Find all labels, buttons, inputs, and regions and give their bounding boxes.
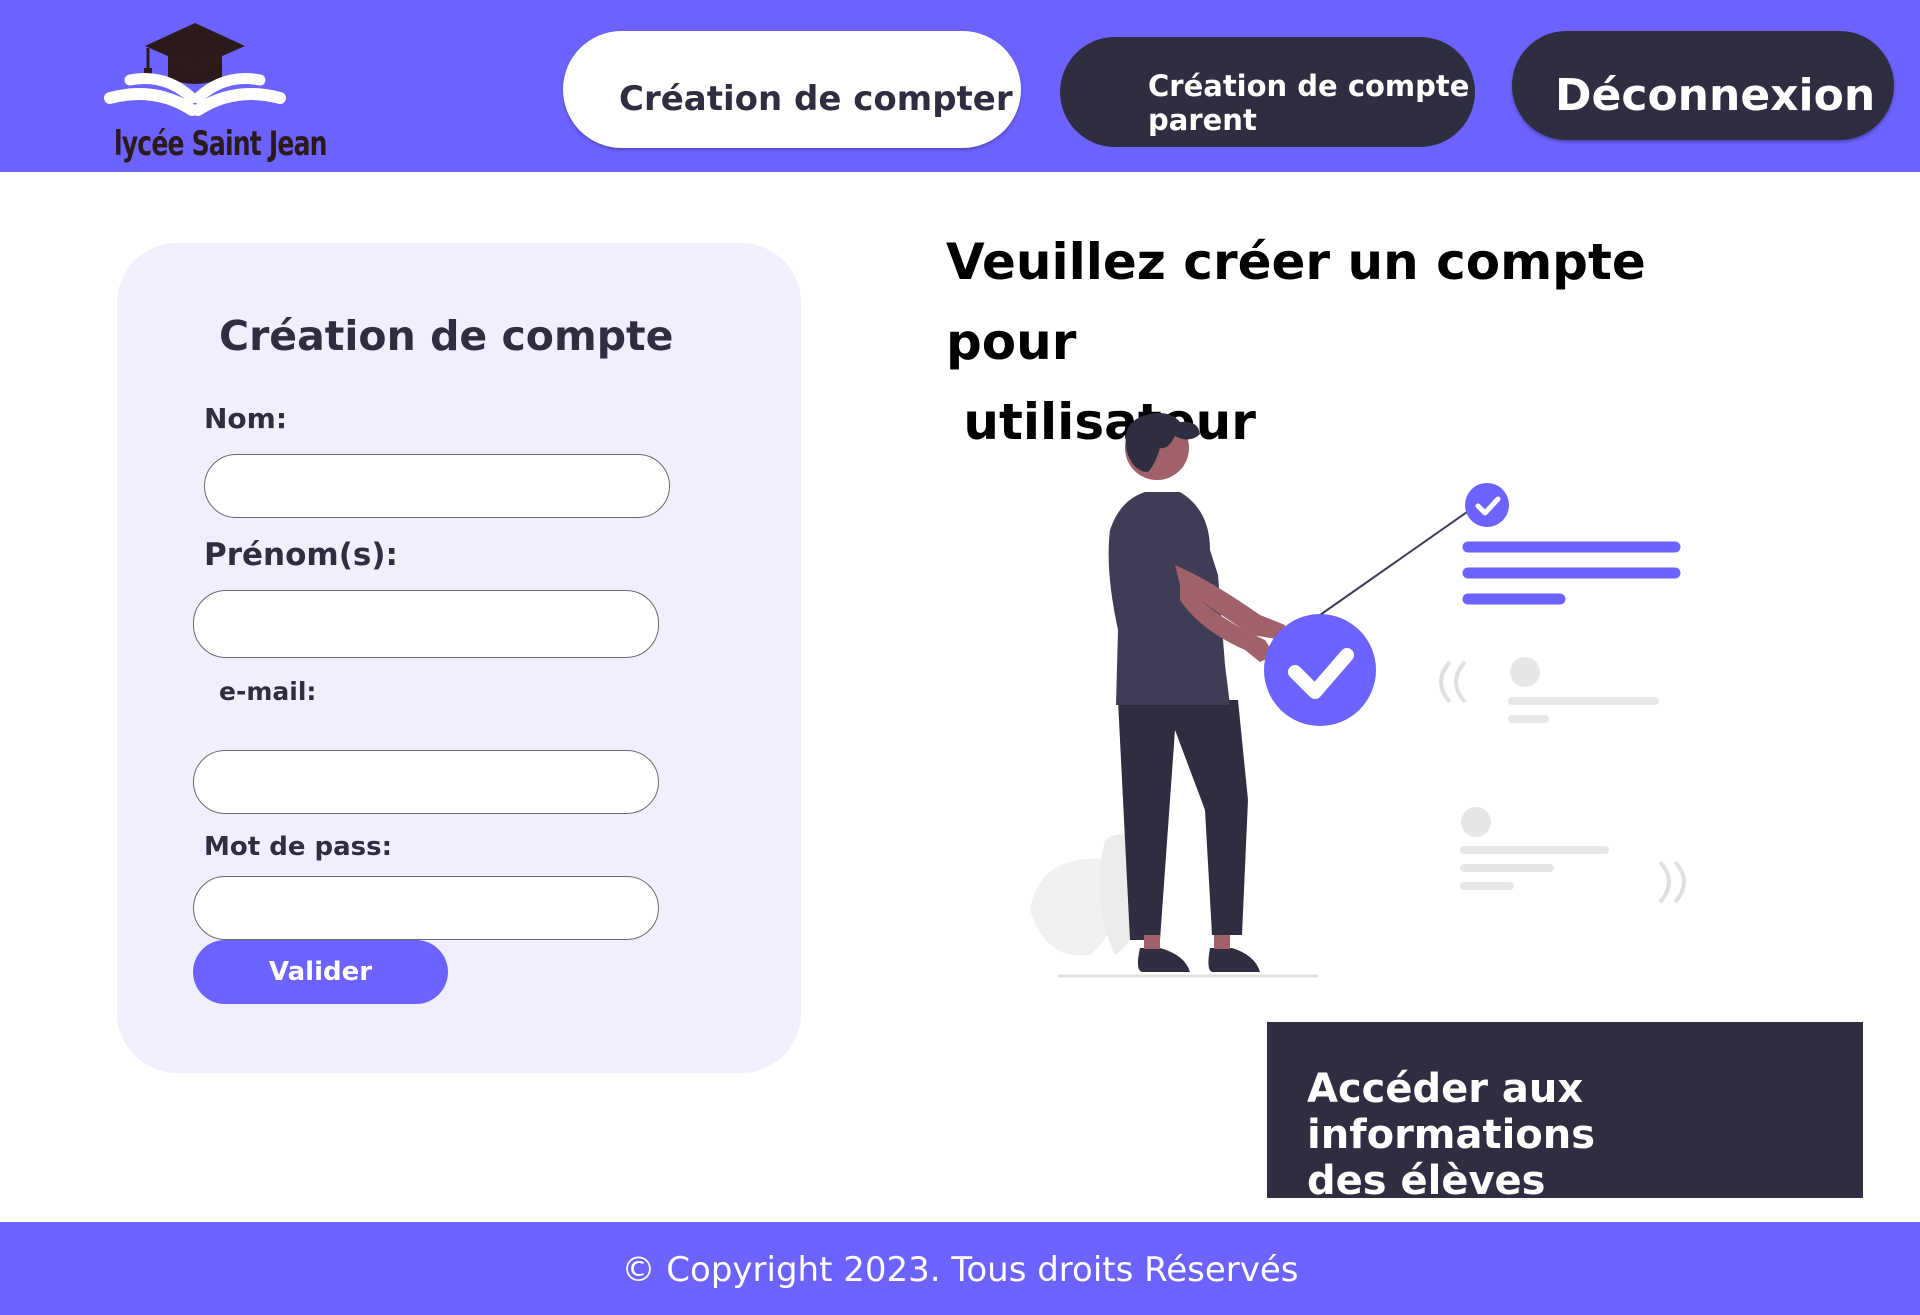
user-confirmed-illustration-icon xyxy=(1030,413,1686,978)
footer-bar: © Copyright 2023. Tous droits Réservés xyxy=(0,1222,1920,1315)
header-bar: lycée Saint Jean Création de compter Cré… xyxy=(0,0,1920,172)
firstname-label: Prénom(s): xyxy=(204,537,398,573)
email-label: e-mail: xyxy=(219,677,317,706)
student-info-label-line2: des élèves xyxy=(1307,1158,1546,1204)
nav-parent-label-line1: Création de compte xyxy=(1148,69,1470,103)
submit-button[interactable]: Valider xyxy=(193,940,448,1004)
name-input[interactable] xyxy=(204,454,670,518)
nav-create-parent-account-button[interactable]: Création de compte parent xyxy=(1060,37,1475,147)
nav-parent-label-line2: parent xyxy=(1148,103,1257,137)
logo-text: lycée Saint Jean xyxy=(114,124,328,164)
heading-line1: Veuillez créer un compte pour xyxy=(946,233,1646,371)
nav-create-account-button[interactable]: Création de compter xyxy=(563,31,1021,148)
password-input[interactable] xyxy=(193,876,659,940)
form-title: Création de compte xyxy=(219,312,674,360)
copyright-text: © Copyright 2023. Tous droits Réservés xyxy=(621,1250,1299,1290)
student-info-button[interactable]: Accéder aux informations des élèves xyxy=(1267,1022,1863,1204)
logout-button[interactable]: Déconnexion xyxy=(1512,31,1894,140)
password-label: Mot de pass: xyxy=(204,832,393,862)
firstname-input[interactable] xyxy=(193,590,659,658)
name-label: Nom: xyxy=(204,402,288,435)
student-info-label-line1: Accéder aux informations xyxy=(1307,1066,1596,1158)
email-input[interactable] xyxy=(193,750,659,814)
